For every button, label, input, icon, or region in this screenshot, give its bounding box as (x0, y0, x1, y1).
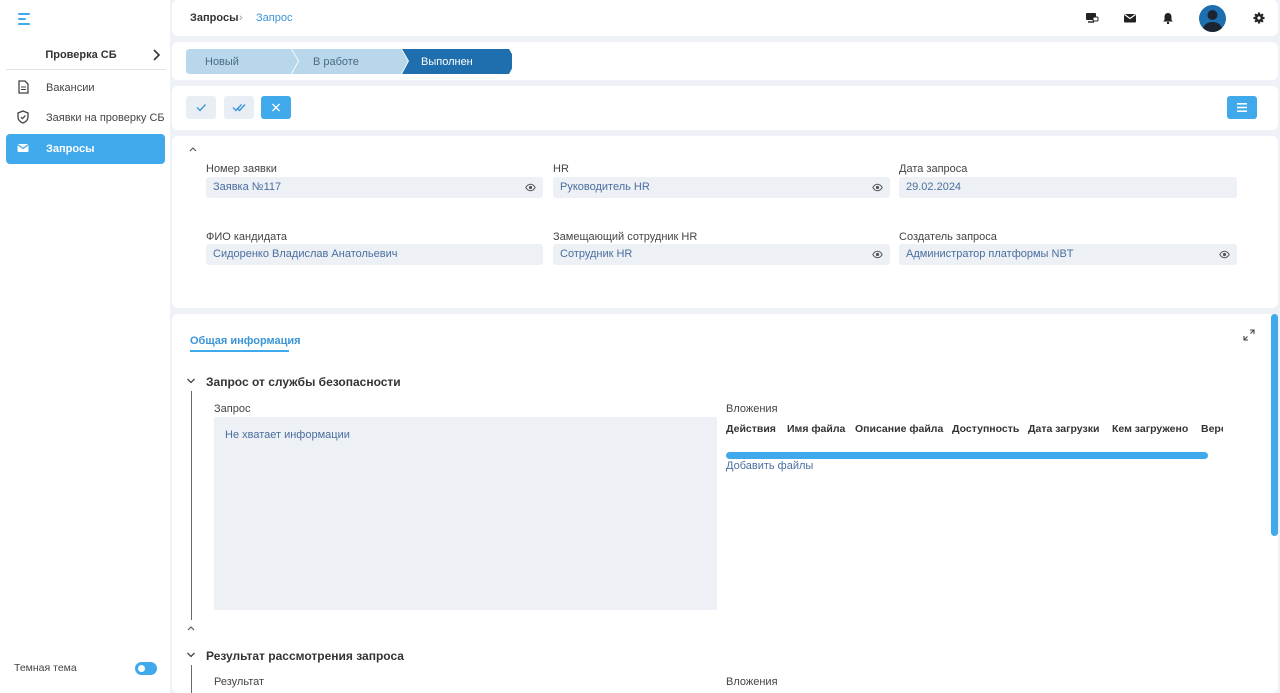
section-line (191, 391, 192, 620)
request-text: Не хватает информации (225, 429, 350, 441)
dark-theme-label: Темная тема (14, 662, 77, 674)
deputy-hr-value: Сотрудник HR (560, 248, 633, 260)
menu-icon[interactable] (18, 12, 34, 26)
chevron-down-icon[interactable] (186, 650, 196, 660)
sidebar-section-title: Проверка СБ (45, 49, 117, 61)
page-scrollbar[interactable] (1271, 314, 1278, 536)
breadcrumb-requests[interactable]: Запросы (190, 12, 238, 24)
field-label-hr: HR (553, 163, 569, 175)
column-file-name: Имя файла (787, 423, 846, 435)
action-toolbar (172, 86, 1278, 130)
monitor-chat-icon[interactable] (1085, 12, 1099, 24)
attachments-label: Вложения (726, 676, 778, 688)
result-label: Результат (214, 676, 265, 688)
eye-icon[interactable] (525, 182, 536, 193)
collapse-up-icon[interactable] (189, 146, 197, 152)
step-completed[interactable]: Выполнен (421, 56, 473, 68)
request-number-field[interactable]: Заявка №117 (206, 177, 543, 198)
document-icon (16, 80, 30, 94)
top-header: Запросы › Запрос (172, 0, 1278, 36)
request-fields: Номер заявки Заявка №117 HR Руководитель… (172, 136, 1278, 308)
section-line (191, 665, 192, 693)
attachments-table-header: Действия Имя файла Описание файла Доступ… (726, 414, 1223, 438)
sidebar: Проверка СБ Вакансии Заявки на проверку … (0, 0, 170, 693)
confirm-button[interactable] (186, 96, 216, 119)
partial-confirm-button[interactable] (224, 96, 254, 119)
field-label-creator: Создатель запроса (899, 231, 997, 243)
avatar[interactable] (1199, 5, 1226, 32)
field-label-request-number: Номер заявки (206, 163, 277, 175)
bell-icon[interactable] (1161, 12, 1175, 24)
column-availability: Доступность (952, 423, 1020, 435)
step-new[interactable]: Новый (205, 56, 239, 68)
breadcrumb-request[interactable]: Запрос (256, 12, 292, 24)
step-in-progress[interactable]: В работе (313, 56, 359, 68)
expand-icon[interactable] (1243, 329, 1255, 341)
chevron-right-icon (152, 49, 160, 61)
field-label-deputy-hr: Замещающий сотрудник HR (553, 231, 698, 243)
field-label-candidate: ФИО кандидата (206, 231, 288, 243)
mail-icon[interactable] (1123, 12, 1137, 24)
hr-value: Руководитель HR (560, 181, 650, 193)
column-uploaded-by: Кем загружено (1112, 423, 1189, 435)
step-new-shape (186, 49, 298, 74)
section-result-title[interactable]: Результат рассмотрения запроса (206, 649, 404, 663)
menu-list-button[interactable] (1227, 96, 1257, 119)
request-details: Общая информация Запрос от службы безопа… (172, 314, 1278, 693)
gear-icon[interactable] (1253, 12, 1267, 24)
sidebar-section-header[interactable]: Проверка СБ (6, 42, 166, 70)
column-version: Версия (1201, 423, 1223, 435)
sidebar-item-label: Запросы (46, 143, 95, 155)
column-file-description: Описание файла (855, 423, 944, 435)
tab-general-info[interactable]: Общая информация (190, 335, 301, 347)
request-label: Запрос (214, 403, 251, 415)
sidebar-item-requests[interactable]: Запросы (6, 134, 165, 164)
tab-active-underline (190, 350, 289, 352)
collapse-up-icon[interactable] (187, 625, 195, 631)
request-number-value: Заявка №117 (213, 181, 282, 193)
sidebar-item-vacancies[interactable]: Вакансии (6, 73, 165, 103)
candidate-field[interactable]: Сидоренко Владислав Анатольевич (206, 244, 543, 265)
request-date-value: 29.02.2024 (906, 181, 962, 193)
candidate-value: Сидоренко Владислав Анатольевич (213, 248, 398, 260)
sidebar-item-label: Вакансии (46, 82, 95, 94)
sidebar-item-label: Заявки на проверку СБ (46, 112, 165, 124)
creator-field[interactable]: Администратор платформы NBT (899, 244, 1237, 265)
shield-check-icon (16, 110, 30, 124)
request-textarea[interactable]: Не хватает информации (214, 417, 717, 610)
status-steps: Новый В работе Выполнен (172, 42, 1278, 80)
eye-icon[interactable] (1219, 249, 1230, 260)
hr-field[interactable]: Руководитель HR (553, 177, 890, 198)
cancel-button[interactable] (261, 96, 291, 119)
column-upload-date: Дата загрузки (1028, 423, 1100, 435)
sidebar-item-sb-requests[interactable]: Заявки на проверку СБ (6, 103, 165, 133)
eye-icon[interactable] (872, 182, 883, 193)
chevron-down-icon[interactable] (186, 376, 196, 386)
column-actions: Действия (726, 423, 776, 435)
dark-theme-toggle[interactable] (135, 662, 157, 675)
attachments-scrollbar[interactable] (726, 452, 1208, 459)
request-date-field[interactable]: 29.02.2024 (899, 177, 1237, 198)
breadcrumb-separator: › (239, 12, 243, 24)
add-files-link[interactable]: Добавить файлы (726, 460, 813, 472)
section-security-request-title[interactable]: Запрос от службы безопасности (206, 375, 401, 389)
deputy-hr-field[interactable]: Сотрудник HR (553, 244, 890, 265)
mail-icon (16, 141, 30, 155)
eye-icon[interactable] (872, 249, 883, 260)
field-label-request-date: Дата запроса (899, 163, 968, 175)
creator-value: Администратор платформы NBT (906, 248, 1074, 260)
